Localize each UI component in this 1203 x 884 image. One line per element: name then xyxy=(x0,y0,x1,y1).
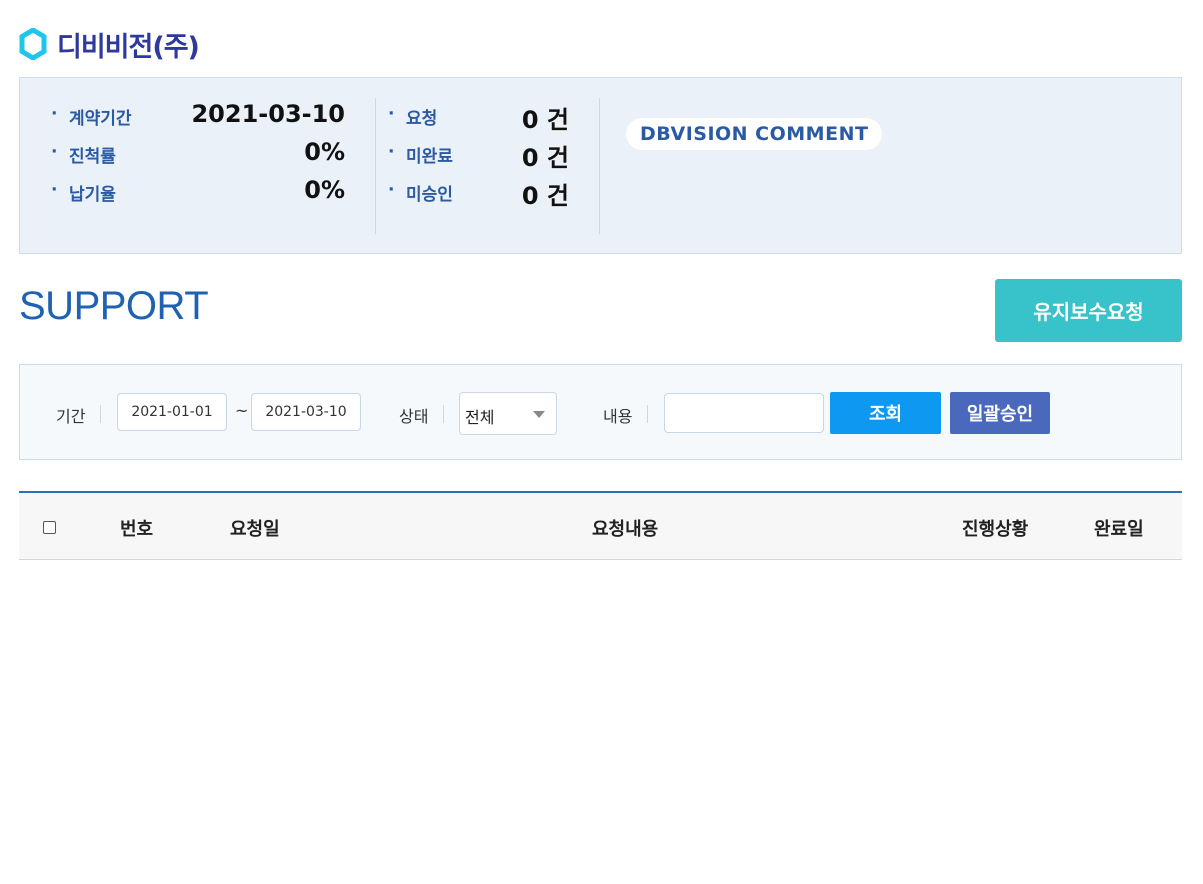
status-select[interactable]: 전체 xyxy=(459,392,557,435)
date-from-input[interactable]: 2021-01-01 xyxy=(117,393,227,431)
column-header-request-content: 요청내용 xyxy=(592,519,659,540)
period-label: 기간 xyxy=(56,407,86,426)
summary-row-delivery-rate: 납기율 0% xyxy=(20,174,375,210)
column-header-number: 번호 xyxy=(120,519,154,540)
company-header: 디비비전(주) xyxy=(19,24,200,64)
summary-label: 진척률 xyxy=(51,142,116,167)
summary-label: 요청 xyxy=(388,104,437,129)
company-name: 디비비전(주) xyxy=(57,31,200,63)
summary-value: 0 건 xyxy=(521,106,569,134)
date-to-input[interactable]: 2021-03-10 xyxy=(251,393,361,431)
column-header-progress: 진행상황 xyxy=(962,519,1029,540)
comment-badge: DBVISION COMMENT xyxy=(626,118,883,150)
divider xyxy=(647,405,648,423)
content-label: 내용 xyxy=(603,407,633,426)
summary-row-incomplete: 미완료 0 건 xyxy=(376,136,599,172)
hexagon-icon xyxy=(19,28,47,60)
divider xyxy=(443,405,444,423)
status-select-value: 전체 xyxy=(465,408,495,427)
summary-row-contract-period: 계약기간 2021-03-10 xyxy=(20,98,375,134)
column-header-completion-date: 완료일 xyxy=(1094,519,1144,540)
filter-bar: 기간 2021-01-01 ~ 2021-03-10 상태 전체 내용 조회 일… xyxy=(19,364,1182,460)
chevron-down-icon xyxy=(533,411,545,418)
page-title: SUPPORT xyxy=(19,284,209,328)
summary-row-requests: 요청 0 건 xyxy=(376,98,599,134)
content-search-input[interactable] xyxy=(664,393,824,433)
summary-label: 납기율 xyxy=(51,180,116,205)
summary-value: 0 건 xyxy=(521,182,569,210)
summary-value: 0 건 xyxy=(521,144,569,172)
summary-value: 0% xyxy=(304,138,345,166)
date-range-separator: ~ xyxy=(235,401,249,420)
search-button[interactable]: 조회 xyxy=(830,392,941,434)
summary-panel: 계약기간 2021-03-10 진척률 0% 납기율 0% 요청 0 건 미완료… xyxy=(19,77,1182,254)
column-header-request-date: 요청일 xyxy=(230,519,280,540)
summary-value: 2021-03-10 xyxy=(191,100,345,128)
status-label: 상태 xyxy=(399,407,429,426)
select-all-checkbox[interactable] xyxy=(43,521,56,534)
summary-label: 미승인 xyxy=(388,180,453,205)
summary-label: 계약기간 xyxy=(51,104,131,129)
summary-label: 미완료 xyxy=(388,142,453,167)
summary-value: 0% xyxy=(304,176,345,204)
summary-column-requests: 요청 0 건 미완료 0 건 미승인 0 건 xyxy=(376,98,600,234)
table-header: 번호 요청일 요청내용 진행상황 완료일 xyxy=(19,491,1182,560)
summary-row-progress: 진척률 0% xyxy=(20,136,375,172)
summary-column-contract: 계약기간 2021-03-10 진척률 0% 납기율 0% xyxy=(20,98,376,234)
divider xyxy=(100,405,101,423)
maintenance-request-button[interactable]: 유지보수요청 xyxy=(995,279,1182,342)
bulk-approve-button[interactable]: 일괄승인 xyxy=(950,392,1050,434)
summary-row-unapproved: 미승인 0 건 xyxy=(376,174,599,210)
